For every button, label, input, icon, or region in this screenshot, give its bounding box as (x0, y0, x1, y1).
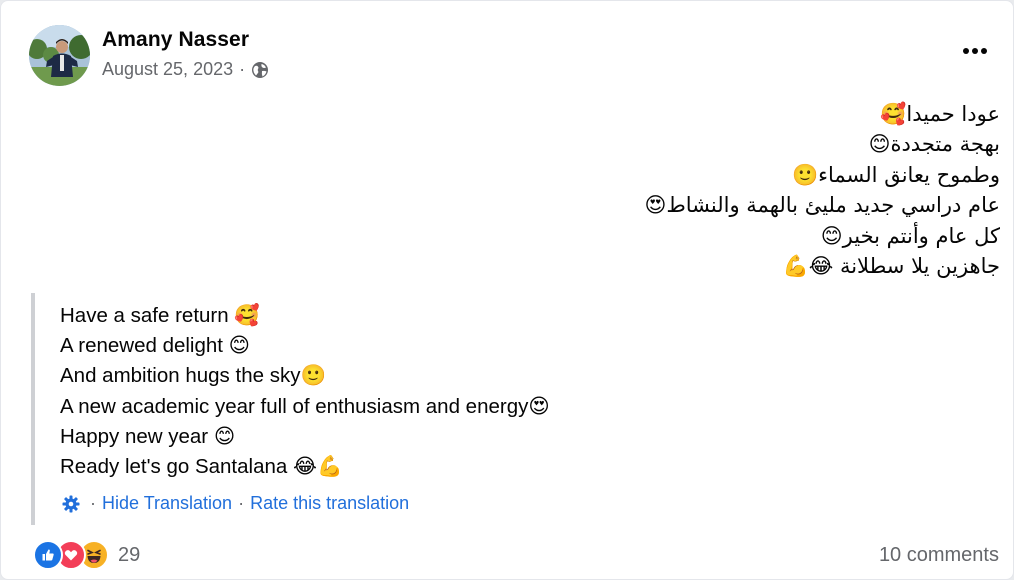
original-line: كل عام وأنتم بخير😊 (820, 223, 1000, 248)
translation-controls: · Hide Translation · Rate this translati… (62, 493, 409, 514)
controls-separator: · (90, 493, 96, 513)
meta-separator: · (239, 59, 246, 79)
reaction-count[interactable]: 29 (118, 544, 140, 567)
post-footer: 29 10 comments (33, 539, 999, 571)
globe-icon[interactable] (251, 61, 269, 79)
post-meta: August 25, 2023 · (102, 59, 269, 80)
original-line: وطموح يعانق السماء🙂 (791, 162, 1000, 187)
translated-text: Have a safe return 🥰 A renewed delight 😊… (60, 301, 550, 482)
post-date[interactable]: August 25, 2023 (102, 59, 233, 80)
post-card: Amany Nasser August 25, 2023 · عودا حميد… (0, 0, 1014, 580)
rate-translation-link[interactable]: Rate this translation (250, 493, 409, 514)
translated-line: And ambition hugs the sky🙂 (60, 364, 326, 388)
post-text-original: عودا حميدا🥰 بهجة متجددة😊 وطموح يعانق الس… (300, 99, 1000, 281)
original-line: عودا حميدا🥰 (880, 102, 1000, 126)
avatar-photo (29, 25, 90, 86)
translated-line: Ready let's go Santalana 😂💪 (60, 455, 343, 479)
translated-line: Happy new year 😊 (60, 424, 236, 448)
original-line: بهجة متجددة😊 (868, 132, 1000, 157)
like-icon (33, 540, 63, 570)
translated-line: Have a safe return 🥰 (60, 304, 260, 327)
translation-block: Have a safe return 🥰 A renewed delight 😊… (31, 293, 675, 525)
post-options-button[interactable] (955, 35, 995, 67)
author-name[interactable]: Amany Nasser (102, 28, 249, 52)
author-avatar[interactable] (29, 25, 90, 86)
gear-icon[interactable] (62, 495, 80, 513)
more-horizontal-icon (963, 48, 987, 54)
comments-count-link[interactable]: 10 comments (879, 544, 999, 567)
original-line: جاهزين يلا سطلانة 😂💪 (782, 254, 1000, 279)
hide-translation-link[interactable]: Hide Translation (102, 493, 232, 514)
original-line: عام دراسي جديد مليئ بالهمة والنشاط😍 (644, 193, 1000, 218)
translated-line: A new academic year full of enthusiasm a… (60, 394, 550, 418)
reactions-summary[interactable]: 29 (33, 540, 140, 570)
controls-separator: · (238, 493, 245, 513)
translated-line: A renewed delight 😊 (60, 334, 251, 358)
